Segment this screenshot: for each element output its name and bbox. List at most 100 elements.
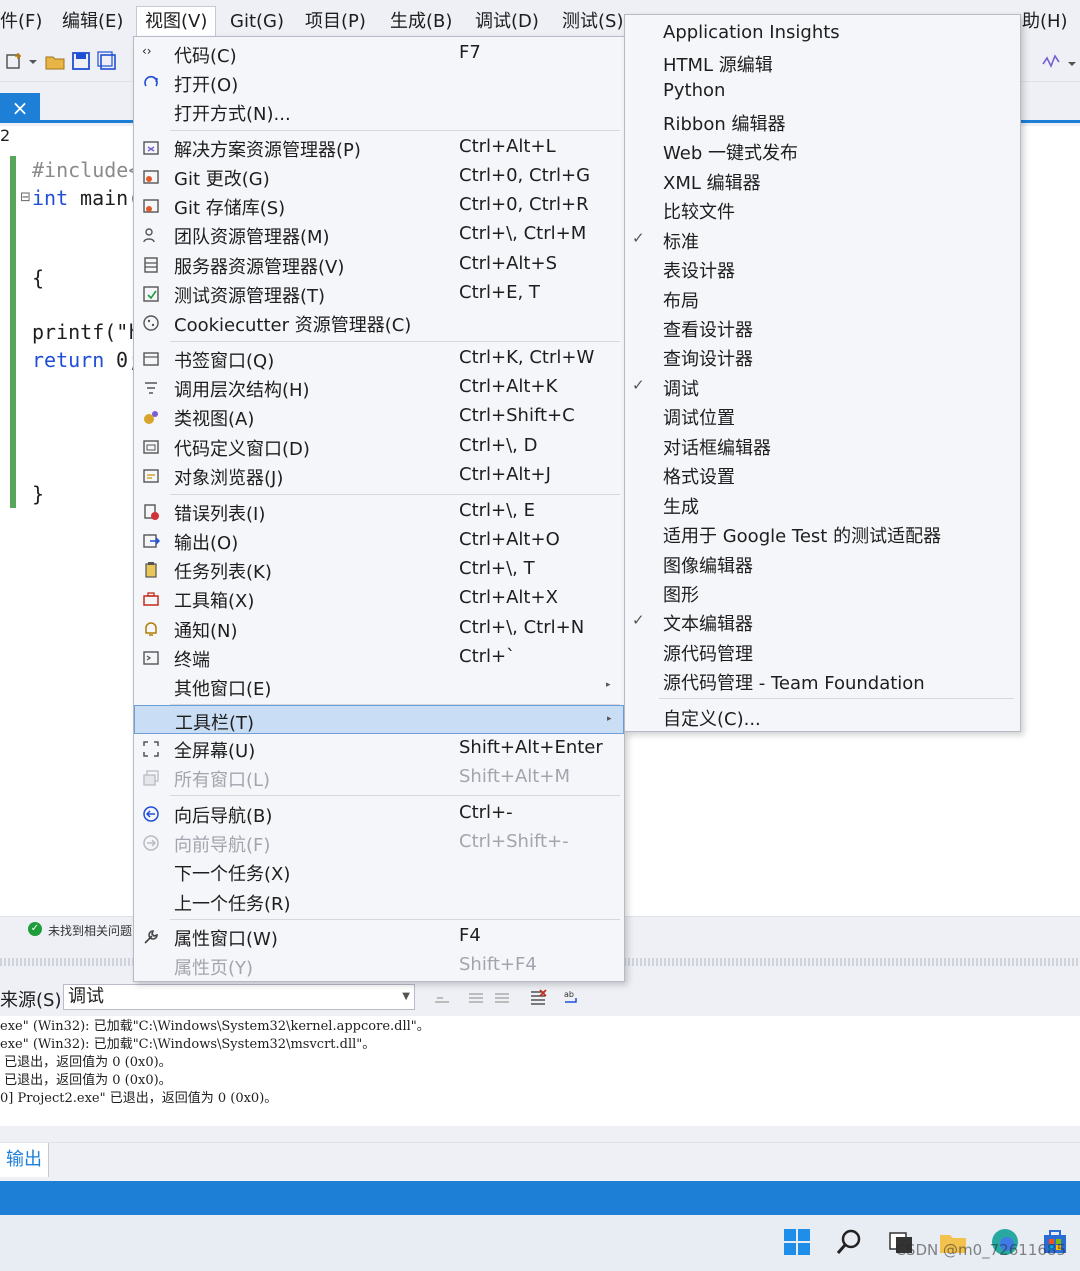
menu-item-object-browser[interactable]: 对象浏览器(J) Ctrl+Alt+J — [134, 461, 624, 490]
output-source-label: 来源(S): — [0, 990, 68, 1011]
toolbar-item-web-publish[interactable]: Web 一键式发布 — [625, 136, 1020, 165]
diagnostics-icon[interactable] — [1040, 50, 1062, 72]
menu-item-test-explorer[interactable]: 测试资源管理器(T) Ctrl+E, T — [134, 279, 624, 308]
menu-project[interactable]: 项目(P) — [305, 8, 366, 36]
menu-item-properties-window[interactable]: 属性窗口(W) F4 — [134, 922, 624, 951]
tab-output[interactable]: 输出 — [0, 1143, 49, 1177]
menu-item-cookiecutter[interactable]: Cookiecutter 资源管理器(C) — [134, 308, 624, 337]
taskbar: CSDN @m0_72611685 — [0, 1215, 1080, 1271]
menu-item-code[interactable]: ‹› 代码(C) F7 — [134, 39, 624, 68]
menu-item-team-explorer[interactable]: 团队资源管理器(M) Ctrl+\, Ctrl+M — [134, 220, 624, 249]
open-folder-icon[interactable] — [44, 50, 66, 72]
menu-item-notifications[interactable]: 通知(N) Ctrl+\, Ctrl+N — [134, 614, 624, 643]
issues-status[interactable]: 未找到相关问题 — [48, 922, 132, 939]
toolbar-item-dialog-editor[interactable]: 对话框编辑器 — [625, 431, 1020, 460]
toolbar-item-xml-editor[interactable]: XML 编辑器 — [625, 166, 1020, 195]
toolbar-item-html-source[interactable]: HTML 源编辑 — [625, 48, 1020, 77]
menu-item-open[interactable]: 打开(O) — [134, 68, 624, 97]
output-toolbar: 来源(S): 调试 ▼ ab — [0, 978, 1080, 1016]
toolbar-item-text-editor[interactable]: ✓ 文本编辑器 — [625, 607, 1020, 636]
output-source-select[interactable]: 调试 ▼ — [63, 984, 415, 1010]
toolbar-item-table-designer[interactable]: 表设计器 — [625, 254, 1020, 283]
menu-item-all-windows[interactable]: 所有窗口(L) Shift+Alt+M — [134, 763, 624, 792]
menu-item-toolbox[interactable]: 工具箱(X) Ctrl+Alt+X — [134, 584, 624, 613]
menu-item-previous-task[interactable]: 上一个任务(R) — [134, 887, 624, 916]
toolbar-item-source-control-tfs[interactable]: 源代码管理 - Team Foundation — [625, 666, 1020, 695]
menu-item-error-list[interactable]: 错误列表(I) Ctrl+\, E — [134, 497, 624, 526]
toolbar-item-python[interactable]: Python — [625, 77, 1020, 106]
menu-item-task-list[interactable]: 任务列表(K) Ctrl+\, T — [134, 555, 624, 584]
menu-build[interactable]: 生成(B) — [390, 8, 452, 36]
all-windows-icon — [143, 770, 159, 786]
menu-item-property-pages[interactable]: 属性页(Y) Shift+F4 — [134, 951, 624, 980]
menu-item-class-view[interactable]: 类视图(A) Ctrl+Shift+C — [134, 402, 624, 431]
menu-item-git-repository[interactable]: Git 存储库(S) Ctrl+0, Ctrl+R — [134, 191, 624, 220]
menu-file[interactable]: 件(F) — [0, 8, 42, 36]
windows-start-icon[interactable] — [782, 1227, 812, 1257]
view-menu-dropdown: ‹› 代码(C) F7 打开(O) 打开方式(N)... 解决方案资源管理器(P… — [133, 36, 625, 982]
menu-test[interactable]: 测试(S) — [562, 8, 623, 36]
previous-message-icon[interactable] — [466, 988, 486, 1006]
toolbar-item-debug[interactable]: ✓ 调试 — [625, 372, 1020, 401]
menu-separator — [170, 494, 620, 495]
next-message-icon[interactable] — [492, 988, 512, 1006]
menu-edit[interactable]: 编辑(E) — [62, 8, 123, 36]
save-all-icon[interactable] — [96, 50, 118, 72]
menu-item-bookmark-window[interactable]: 书签窗口(Q) Ctrl+K, Ctrl+W — [134, 344, 624, 373]
csdn-watermark: CSDN @m0_72611685 — [895, 1241, 1066, 1259]
toolbar-item-compare-files[interactable]: 比较文件 — [625, 195, 1020, 224]
menu-view[interactable]: 视图(V) — [136, 6, 217, 38]
chevron-down-icon[interactable] — [26, 50, 40, 72]
toolbar-item-layout[interactable]: 布局 — [625, 284, 1020, 313]
menu-item-navigate-back[interactable]: 向后导航(B) Ctrl+- — [134, 799, 624, 828]
toolbar-overflow-icon[interactable] — [1066, 50, 1078, 72]
search-icon[interactable] — [834, 1227, 864, 1257]
line-number: 2 — [0, 126, 11, 145]
toolbar-item-source-control[interactable]: 源代码管理 — [625, 637, 1020, 666]
save-icon[interactable] — [70, 50, 92, 72]
toolbar-item-debug-location[interactable]: 调试位置 — [625, 401, 1020, 430]
menu-separator — [170, 341, 620, 342]
toolbar-item-image-editor[interactable]: 图像编辑器 — [625, 549, 1020, 578]
menu-debug[interactable]: 调试(D) — [475, 8, 539, 36]
toolbar-item-application-insights[interactable]: Application Insights — [625, 19, 1020, 48]
toolbar-item-view-designer[interactable]: 查看设计器 — [625, 313, 1020, 342]
solution-explorer-icon — [143, 141, 159, 155]
clear-all-icon[interactable] — [528, 988, 548, 1006]
toolbar-item-google-test[interactable]: 适用于 Google Test 的测试适配器 — [625, 519, 1020, 548]
new-project-icon[interactable] — [4, 50, 26, 72]
menu-item-full-screen[interactable]: 全屏幕(U) Shift+Alt+Enter — [134, 734, 624, 763]
menu-item-navigate-forward[interactable]: 向前导航(F) Ctrl+Shift+- — [134, 828, 624, 857]
menu-item-output[interactable]: 输出(O) Ctrl+Alt+O — [134, 526, 624, 555]
menu-item-other-windows[interactable]: 其他窗口(E) ▸ — [134, 672, 624, 701]
toolbars-submenu: Application Insights HTML 源编辑 Python Rib… — [624, 14, 1021, 732]
close-tab-button[interactable]: × — [0, 93, 40, 123]
menu-item-server-explorer[interactable]: 服务器资源管理器(V) Ctrl+Alt+S — [134, 250, 624, 279]
menu-item-next-task[interactable]: 下一个任务(X) — [134, 857, 624, 886]
toolbar-item-customize[interactable]: 自定义(C)... — [625, 702, 1020, 731]
toolbar-item-ribbon-editor[interactable]: Ribbon 编辑器 — [625, 107, 1020, 136]
menu-git[interactable]: Git(G) — [230, 8, 284, 36]
toolbar-item-build[interactable]: 生成 — [625, 490, 1020, 519]
team-explorer-icon — [143, 228, 155, 243]
menu-item-call-hierarchy[interactable]: 调用层次结构(H) Ctrl+Alt+K — [134, 373, 624, 402]
git-repo-icon — [143, 199, 159, 213]
bell-icon — [145, 622, 157, 636]
menu-item-open-with[interactable]: 打开方式(N)... — [134, 97, 624, 126]
toolbar-item-formatting[interactable]: 格式设置 — [625, 460, 1020, 489]
status-bar — [0, 1181, 1080, 1215]
find-message-icon[interactable] — [432, 988, 452, 1006]
collapse-icon[interactable]: ⊟ — [20, 190, 31, 205]
menu-item-code-definition[interactable]: 代码定义窗口(D) Ctrl+\, D — [134, 432, 624, 461]
menu-item-solution-explorer[interactable]: 解决方案资源管理器(P) Ctrl+Alt+L — [134, 133, 624, 162]
toolbar-item-standard[interactable]: ✓ 标准 — [625, 225, 1020, 254]
toolbar-item-graphics[interactable]: 图形 — [625, 578, 1020, 607]
output-text[interactable]: exe" (Win32): 已加载"C:\Windows\System32\ke… — [0, 1016, 1080, 1126]
error-list-icon — [144, 504, 159, 520]
toolbar-item-query-designer[interactable]: 查询设计器 — [625, 342, 1020, 371]
menu-item-git-changes[interactable]: Git 更改(G) Ctrl+0, Ctrl+G — [134, 162, 624, 191]
menu-help[interactable]: 助(H) — [1022, 8, 1068, 36]
word-wrap-icon[interactable]: ab — [562, 988, 582, 1006]
menu-item-toolbars[interactable]: 工具栏(T) ▸ — [134, 705, 624, 734]
menu-item-terminal[interactable]: 终端 Ctrl+` — [134, 643, 624, 672]
